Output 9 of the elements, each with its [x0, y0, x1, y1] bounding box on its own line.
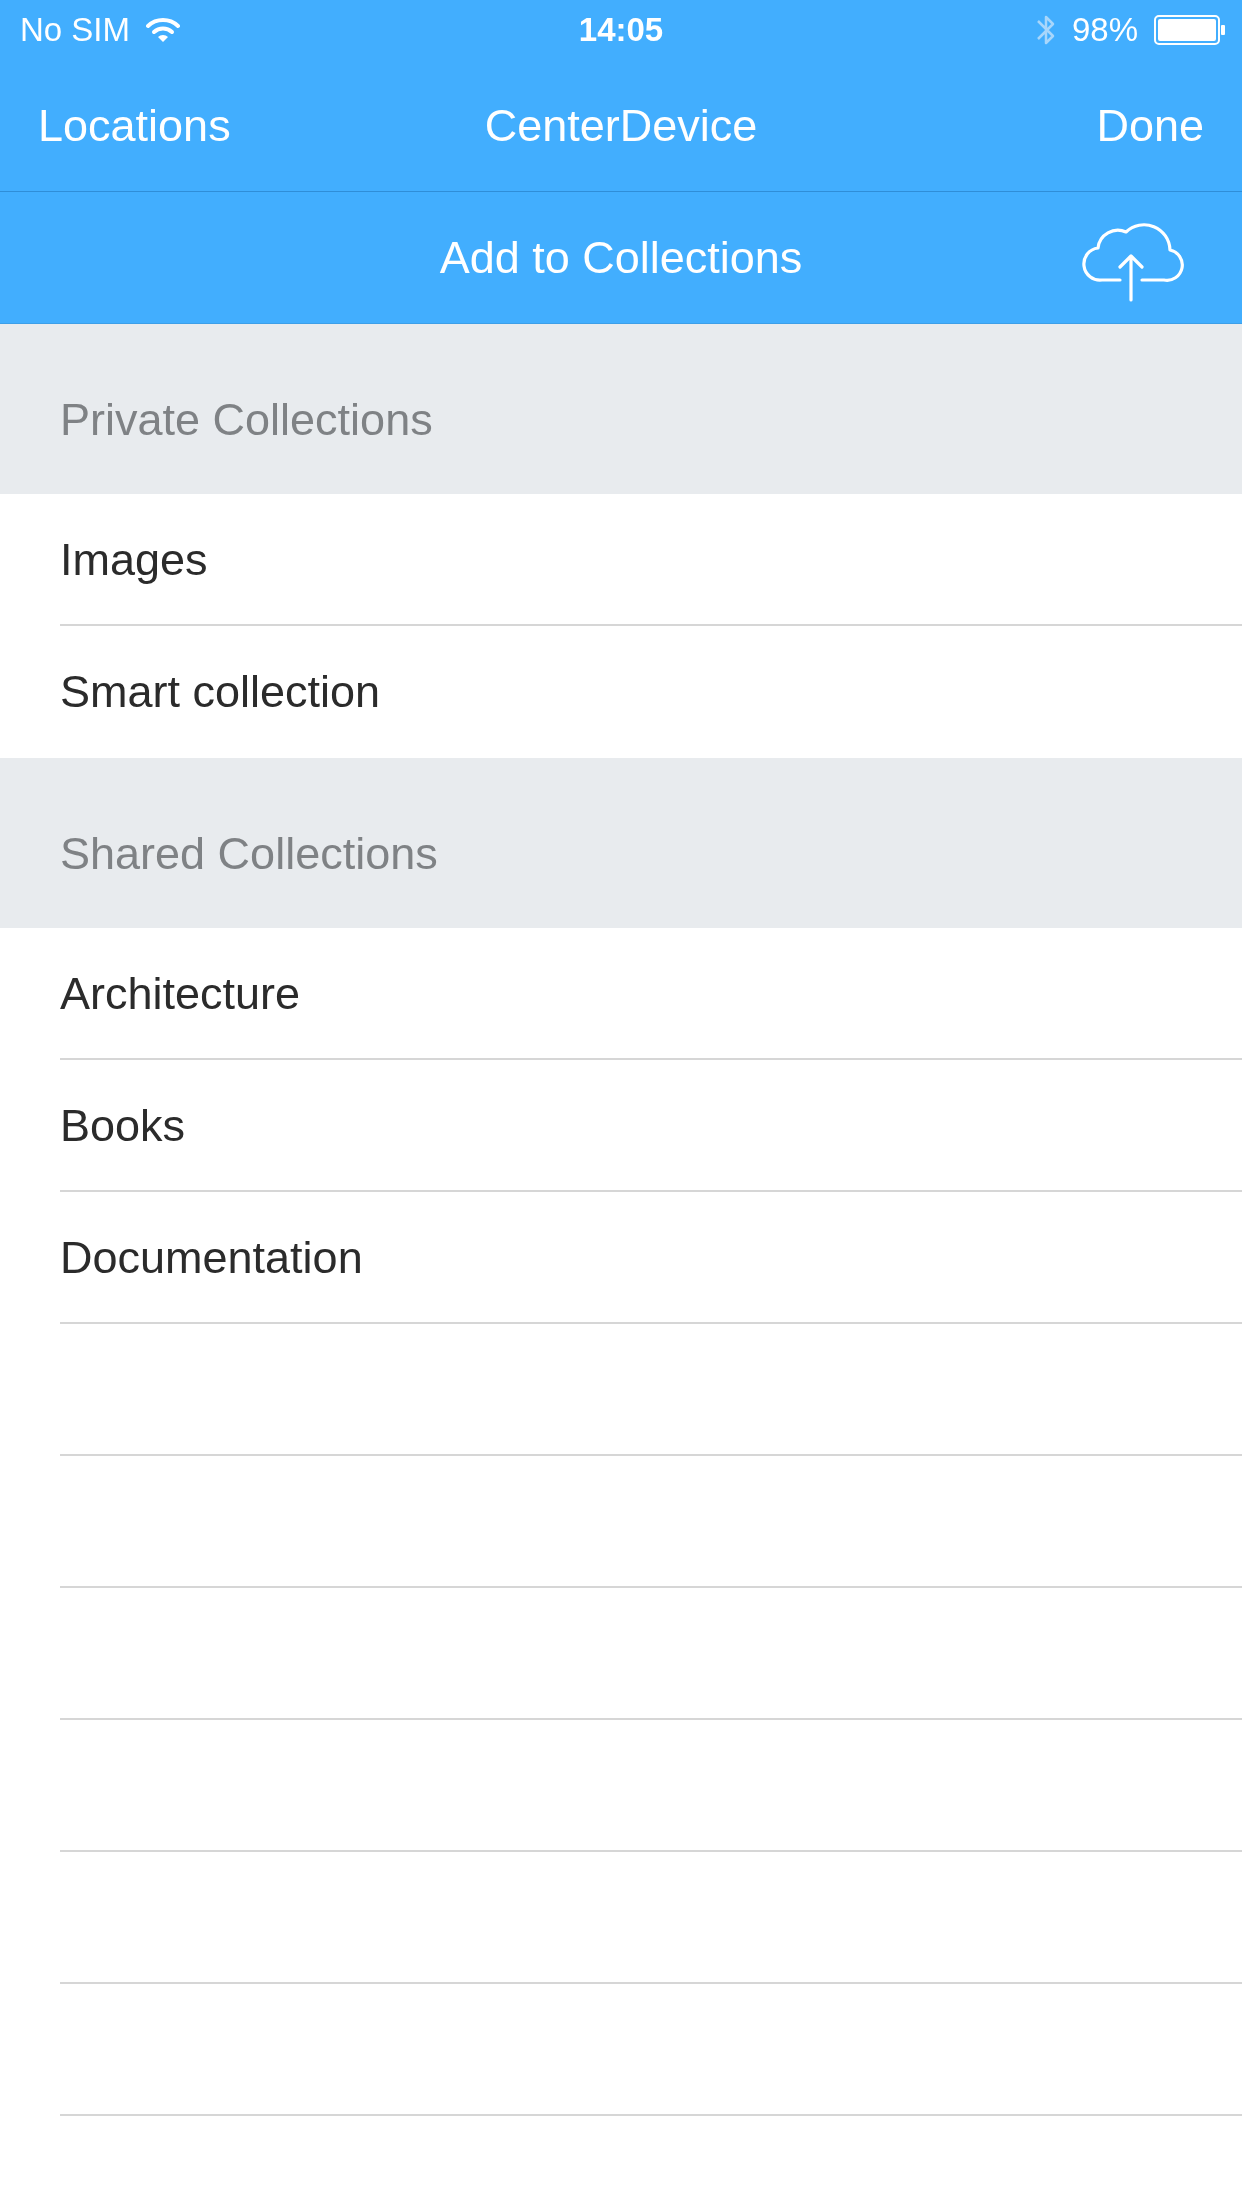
clock-time: 14:05 [578, 10, 664, 51]
section-header: Shared Collections [0, 758, 1242, 928]
carrier-text: No SIM [20, 10, 131, 51]
app-title: CenterDevice [484, 98, 758, 153]
section-header: Private Collections [0, 324, 1242, 494]
battery-percent: 98% [1071, 10, 1138, 51]
toolbar-title: Add to Collections [439, 230, 803, 285]
wifi-icon [146, 17, 181, 43]
battery-icon [1154, 15, 1226, 45]
